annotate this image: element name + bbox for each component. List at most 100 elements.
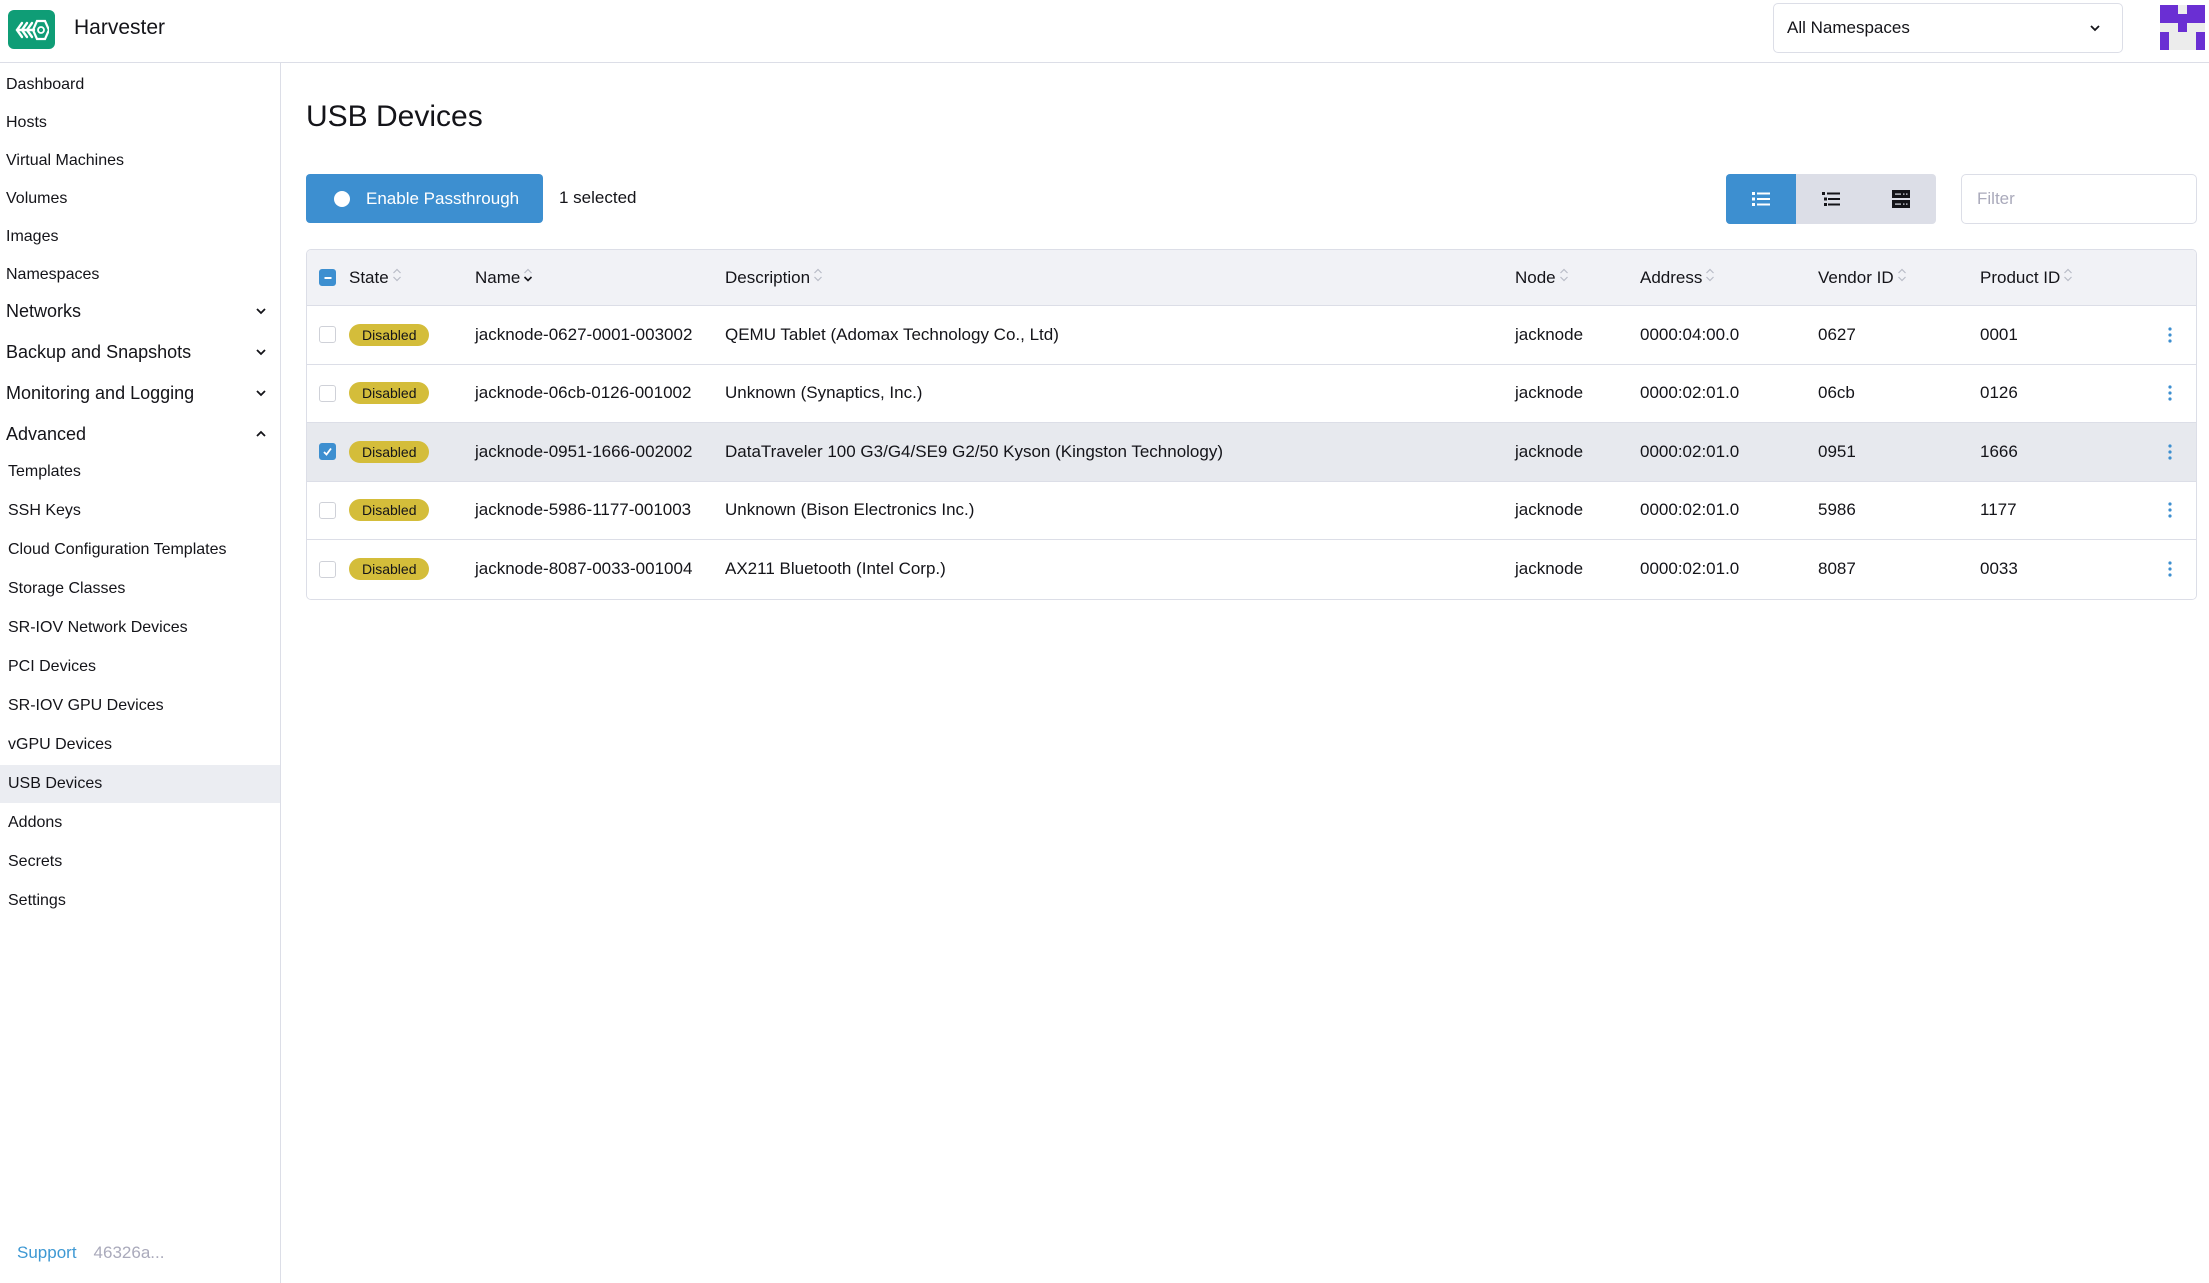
sidebar-item-namespaces[interactable]: Namespaces <box>0 256 280 294</box>
filter-input[interactable] <box>1961 174 2197 224</box>
avatar-cell <box>2187 32 2196 41</box>
sidebar-item-vgpu-devices[interactable]: vGPU Devices <box>0 726 280 764</box>
kebab-menu-icon <box>2168 385 2172 401</box>
row-actions-button[interactable] <box>2167 540 2173 599</box>
grouped-view-button[interactable] <box>1866 174 1936 224</box>
row-select-cell <box>319 365 336 423</box>
sidebar-item-pci-devices[interactable]: PCI Devices <box>0 648 280 686</box>
sidebar-item-storage-classes[interactable]: Storage Classes <box>0 570 280 608</box>
avatar-cell <box>2196 14 2205 23</box>
avatar-cell <box>2178 32 2187 41</box>
chevron-down-icon[interactable] <box>254 304 268 318</box>
enable-passthrough-button[interactable]: Enable Passthrough <box>306 174 543 223</box>
usb-devices-table: State Name Description Node Address Vend… <box>306 249 2197 600</box>
column-header-vendor-id[interactable]: Vendor ID <box>1818 250 1907 305</box>
sidebar-item-monitoring-and-logging[interactable]: Monitoring and Logging <box>0 374 280 412</box>
avatar-cell <box>2187 14 2196 23</box>
sidebar-item-volumes[interactable]: Volumes <box>0 180 280 218</box>
sidebar-item-label: Settings <box>8 892 66 909</box>
vendor-id-cell: 0627 <box>1818 324 1856 344</box>
column-header-description[interactable]: Description <box>725 250 823 305</box>
chevron-down-icon[interactable] <box>254 345 268 359</box>
harvester-logo-icon[interactable] <box>8 10 55 49</box>
support-link[interactable]: Support <box>17 1243 77 1263</box>
table-row[interactable]: Disabled jacknode-06cb-0126-001002 Unknown… <box>307 364 2196 423</box>
row-actions-button[interactable] <box>2167 482 2173 540</box>
status-badge: Disabled <box>349 499 430 522</box>
name-cell: jacknode-5986-1177-001003 <box>475 500 692 520</box>
namespace-select[interactable]: All Namespaces <box>1773 3 2123 53</box>
user-avatar[interactable] <box>2160 5 2205 50</box>
sidebar-item-advanced[interactable]: Advanced <box>0 415 280 453</box>
table-row[interactable]: Disabled jacknode-0951-1666-002002 DataTra… <box>307 423 2196 482</box>
row-select-cell <box>319 306 336 364</box>
nested-list-view-button[interactable] <box>1796 174 1866 224</box>
avatar-cell <box>2187 23 2196 32</box>
sidebar-item-secrets[interactable]: Secrets <box>0 843 280 881</box>
flat-list-icon <box>1752 192 1770 206</box>
column-header-state[interactable]: State <box>349 250 402 305</box>
sidebar-item-images[interactable]: Images <box>0 218 280 256</box>
sidebar-item-templates[interactable]: Templates <box>0 453 280 491</box>
sidebar-item-backup-and-snapshots[interactable]: Backup and Snapshots <box>0 333 280 371</box>
avatar-cell <box>2160 5 2169 14</box>
sidebar-item-sr-iov-network-devices[interactable]: SR-IOV Network Devices <box>0 609 280 647</box>
sidebar-item-dashboard[interactable]: Dashboard <box>0 66 280 104</box>
flat-list-view-button[interactable] <box>1726 174 1796 224</box>
row-select-cell <box>319 540 336 599</box>
column-header-node[interactable]: Node <box>1515 250 1569 305</box>
avatar-cell <box>2169 41 2178 50</box>
row-checkbox[interactable] <box>319 384 336 402</box>
grouped-rows-icon <box>1892 190 1910 208</box>
table-row[interactable]: Disabled jacknode-5986-1177-001003 Unknown… <box>307 481 2196 540</box>
kebab-menu-icon <box>2168 444 2172 460</box>
sidebar-item-sr-iov-gpu-devices[interactable]: SR-IOV GPU Devices <box>0 687 280 725</box>
column-header-product-id[interactable]: Product ID <box>1980 250 2073 305</box>
node-cell: jacknode <box>1515 500 1584 520</box>
name-cell: jacknode-8087-0033-001004 <box>475 559 693 579</box>
row-checkbox[interactable] <box>319 501 336 519</box>
state-cell: Disabled <box>349 540 430 599</box>
row-actions-button[interactable] <box>2167 365 2173 423</box>
product-id-cell: 1666 <box>1980 441 2018 461</box>
avatar-cell <box>2160 32 2169 41</box>
top-bar: Harvester All Namespaces <box>0 0 2209 63</box>
vendor-id-cell: 0951 <box>1818 441 1856 461</box>
sidebar-item-ssh-keys[interactable]: SSH Keys <box>0 492 280 530</box>
row-checkbox[interactable] <box>319 326 336 344</box>
sidebar-item-addons[interactable]: Addons <box>0 804 280 842</box>
vendor-id-cell: 5986 <box>1818 500 1856 520</box>
kebab-menu-icon <box>2168 502 2172 518</box>
sidebar-item-networks[interactable]: Networks <box>0 292 280 330</box>
product-id-cell: 0126 <box>1980 383 2018 403</box>
select-all-checkbox[interactable] <box>319 269 336 286</box>
kebab-menu-icon <box>2168 327 2172 343</box>
sidebar-item-usb-devices[interactable]: USB Devices <box>0 765 280 803</box>
column-label: State <box>349 267 389 287</box>
avatar-cell <box>2196 5 2205 14</box>
sidebar-item-hosts[interactable]: Hosts <box>0 104 280 142</box>
description-cell: QEMU Tablet (Adomax Technology Co., Ltd) <box>725 324 1059 344</box>
table-row[interactable]: Disabled jacknode-8087-0033-001004 AX211 B… <box>307 540 2196 599</box>
sidebar-item-virtual-machines[interactable]: Virtual Machines <box>0 142 280 180</box>
node-cell: jacknode <box>1515 441 1584 461</box>
column-header-name[interactable]: Name <box>475 250 533 305</box>
row-actions-button[interactable] <box>2167 423 2173 481</box>
description-cell: DataTraveler 100 G3/G4/SE9 G2/50 Kyson (… <box>725 441 1223 461</box>
product-id-cell: 0033 <box>1980 559 2018 579</box>
node-cell: jacknode <box>1515 559 1584 579</box>
row-checkbox[interactable] <box>319 560 336 578</box>
chevron-down-icon[interactable] <box>254 386 268 400</box>
view-mode-toggle <box>1726 174 1936 224</box>
sidebar-item-settings[interactable]: Settings <box>0 882 280 920</box>
table-row[interactable]: Disabled jacknode-0627-0001-003002 QEMU Ta… <box>307 306 2196 365</box>
sidebar-item-label: SSH Keys <box>8 502 81 519</box>
sidebar-item-label: vGPU Devices <box>8 736 113 753</box>
sidebar-item-cloud-configuration-templates[interactable]: Cloud Configuration Templates <box>0 531 280 569</box>
row-actions-button[interactable] <box>2167 306 2173 364</box>
sidebar-item-label: Dashboard <box>6 76 85 93</box>
column-header-address[interactable]: Address <box>1640 250 1715 305</box>
chevron-up-icon[interactable] <box>254 427 268 441</box>
row-checkbox[interactable] <box>319 443 336 461</box>
app-title: Harvester <box>74 16 166 39</box>
